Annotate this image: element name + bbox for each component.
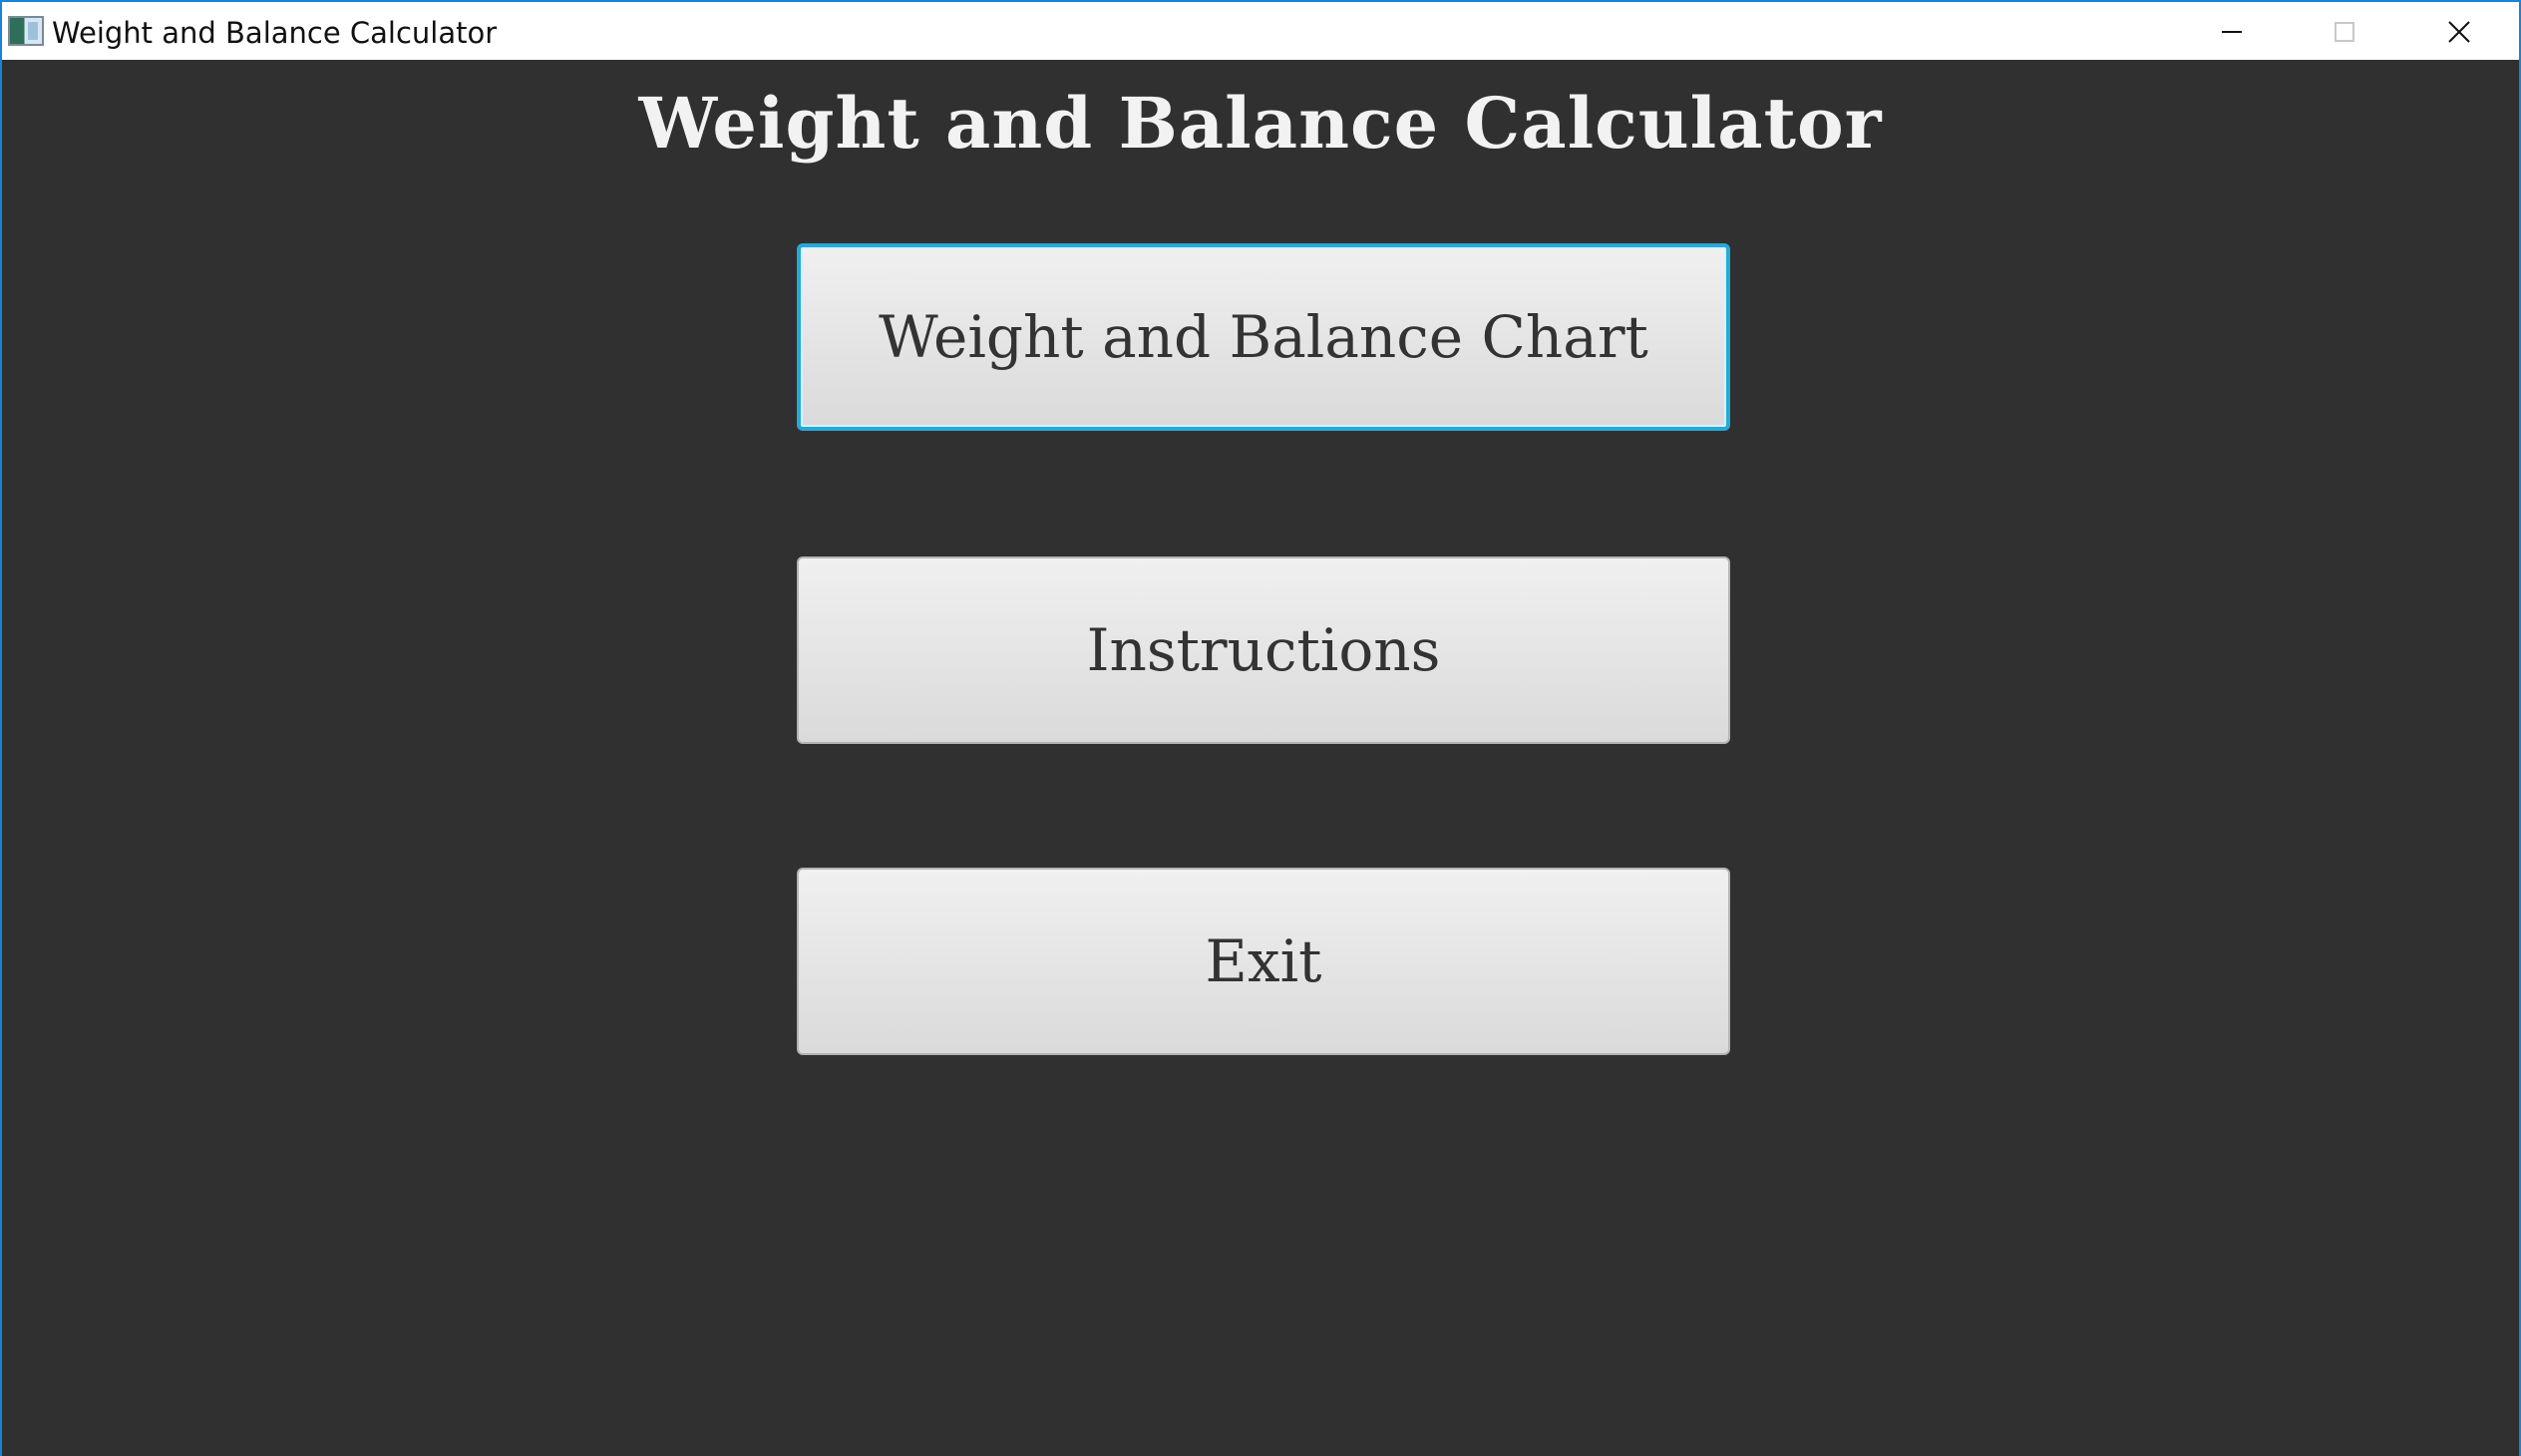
instructions-button[interactable]: Instructions	[797, 556, 1730, 744]
close-icon	[2448, 21, 2470, 43]
window-title: Weight and Balance Calculator	[52, 16, 498, 50]
weight-and-balance-chart-button[interactable]: Weight and Balance Chart	[797, 243, 1730, 431]
minimize-button[interactable]	[2176, 2, 2288, 60]
page-title: Weight and Balance Calculator	[638, 82, 1883, 165]
exit-button[interactable]: Exit	[797, 868, 1730, 1055]
minimize-icon	[2222, 31, 2242, 33]
application-icon	[8, 16, 44, 46]
maximize-icon	[2335, 22, 2354, 42]
close-button[interactable]	[2403, 2, 2515, 60]
title-bar[interactable]: Weight and Balance Calculator	[2, 2, 2519, 60]
main-content: Weight and Balance Calculator Weight and…	[2, 60, 2519, 1456]
maximize-button[interactable]	[2290, 2, 2401, 60]
application-window: Weight and Balance Calculator Weight and…	[0, 0, 2521, 1456]
